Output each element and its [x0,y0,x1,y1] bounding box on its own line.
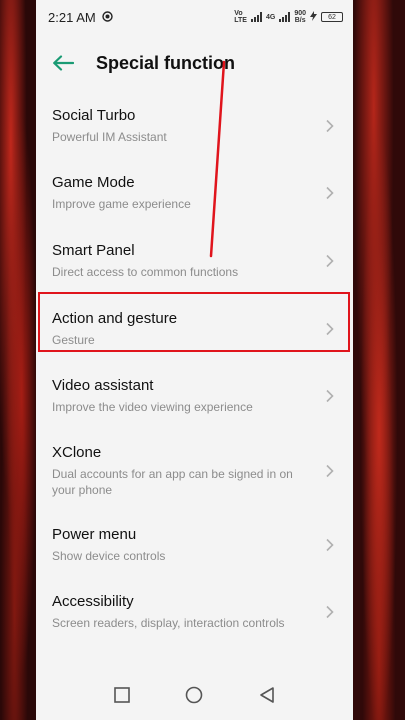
recents-square-icon[interactable] [111,684,133,706]
navigation-bar [36,670,353,720]
list-item-xclone[interactable]: XClone Dual accounts for an app can be s… [36,430,353,512]
arrow-left-icon[interactable] [52,51,76,75]
item-subtitle: Screen readers, display, interaction con… [52,616,285,630]
item-title: Game Mode [52,174,135,191]
volte-indicator: Vo LTE [234,10,247,24]
list-item-action-and-gesture[interactable]: Action and gesture Gesture [36,295,353,362]
list-item-accessibility[interactable]: Accessibility Screen readers, display, i… [36,578,353,646]
chevron-right-icon [326,605,334,619]
list-item-game-mode[interactable]: Game Mode Improve game experience [36,159,353,227]
item-title: Social Turbo [52,106,136,124]
background-left [0,0,36,720]
page-title: Special function [96,52,236,73]
charging-icon [310,11,317,23]
item-subtitle: Powerful IM Assistant [52,129,167,144]
back-triangle-icon[interactable] [256,684,278,706]
header: Special function [36,34,353,92]
chevron-right-icon [326,538,334,552]
status-bar: 2:21 AM Vo LTE 4G 900 B/s 62 [36,0,353,34]
item-title: Accessibility [52,593,134,610]
item-title: Power menu [52,526,137,543]
list-item-social-turbo[interactable]: Social Turbo Powerful IM Assistant [36,92,353,159]
list-item-smart-panel[interactable]: Smart Panel Direct access to common func… [36,227,353,295]
chevron-right-icon [326,389,334,403]
item-subtitle: Show device controls [52,549,166,563]
status-time: 2:21 AM [48,9,96,25]
item-subtitle: Improve game experience [52,197,191,211]
background-right [353,0,405,720]
network-speed: 900 B/s [294,10,306,24]
chevron-right-icon [326,322,334,335]
signal-2-icon [279,12,291,22]
item-subtitle: Dual accounts for an app can be signed i… [52,467,293,497]
item-title: Video assistant [52,377,154,394]
record-icon [102,10,113,25]
item-subtitle: Direct access to common functions [52,265,239,279]
list-item-video-assistant[interactable]: Video assistant Improve the video viewin… [36,362,353,430]
list-item-power-menu[interactable]: Power menu Show device controls [36,512,353,578]
item-title: Smart Panel [52,242,135,259]
chevron-right-icon [326,254,334,268]
chevron-right-icon [326,119,334,132]
item-title: Action and gesture [52,309,178,327]
chevron-right-icon [326,186,334,200]
home-circle-icon[interactable] [183,684,205,706]
item-subtitle: Improve the video viewing experience [52,400,253,414]
settings-list: Social Turbo Powerful IM Assistant Game … [36,92,353,646]
item-title: XClone [52,444,102,461]
signal-icon [250,12,262,22]
chevron-right-icon [326,464,334,478]
phone-screen: 2:21 AM Vo LTE 4G 900 B/s 62 Special fun… [36,0,353,720]
item-subtitle: Gesture [52,332,95,347]
network-indicator: 4G [265,13,276,21]
battery-icon: 62 [321,12,343,22]
